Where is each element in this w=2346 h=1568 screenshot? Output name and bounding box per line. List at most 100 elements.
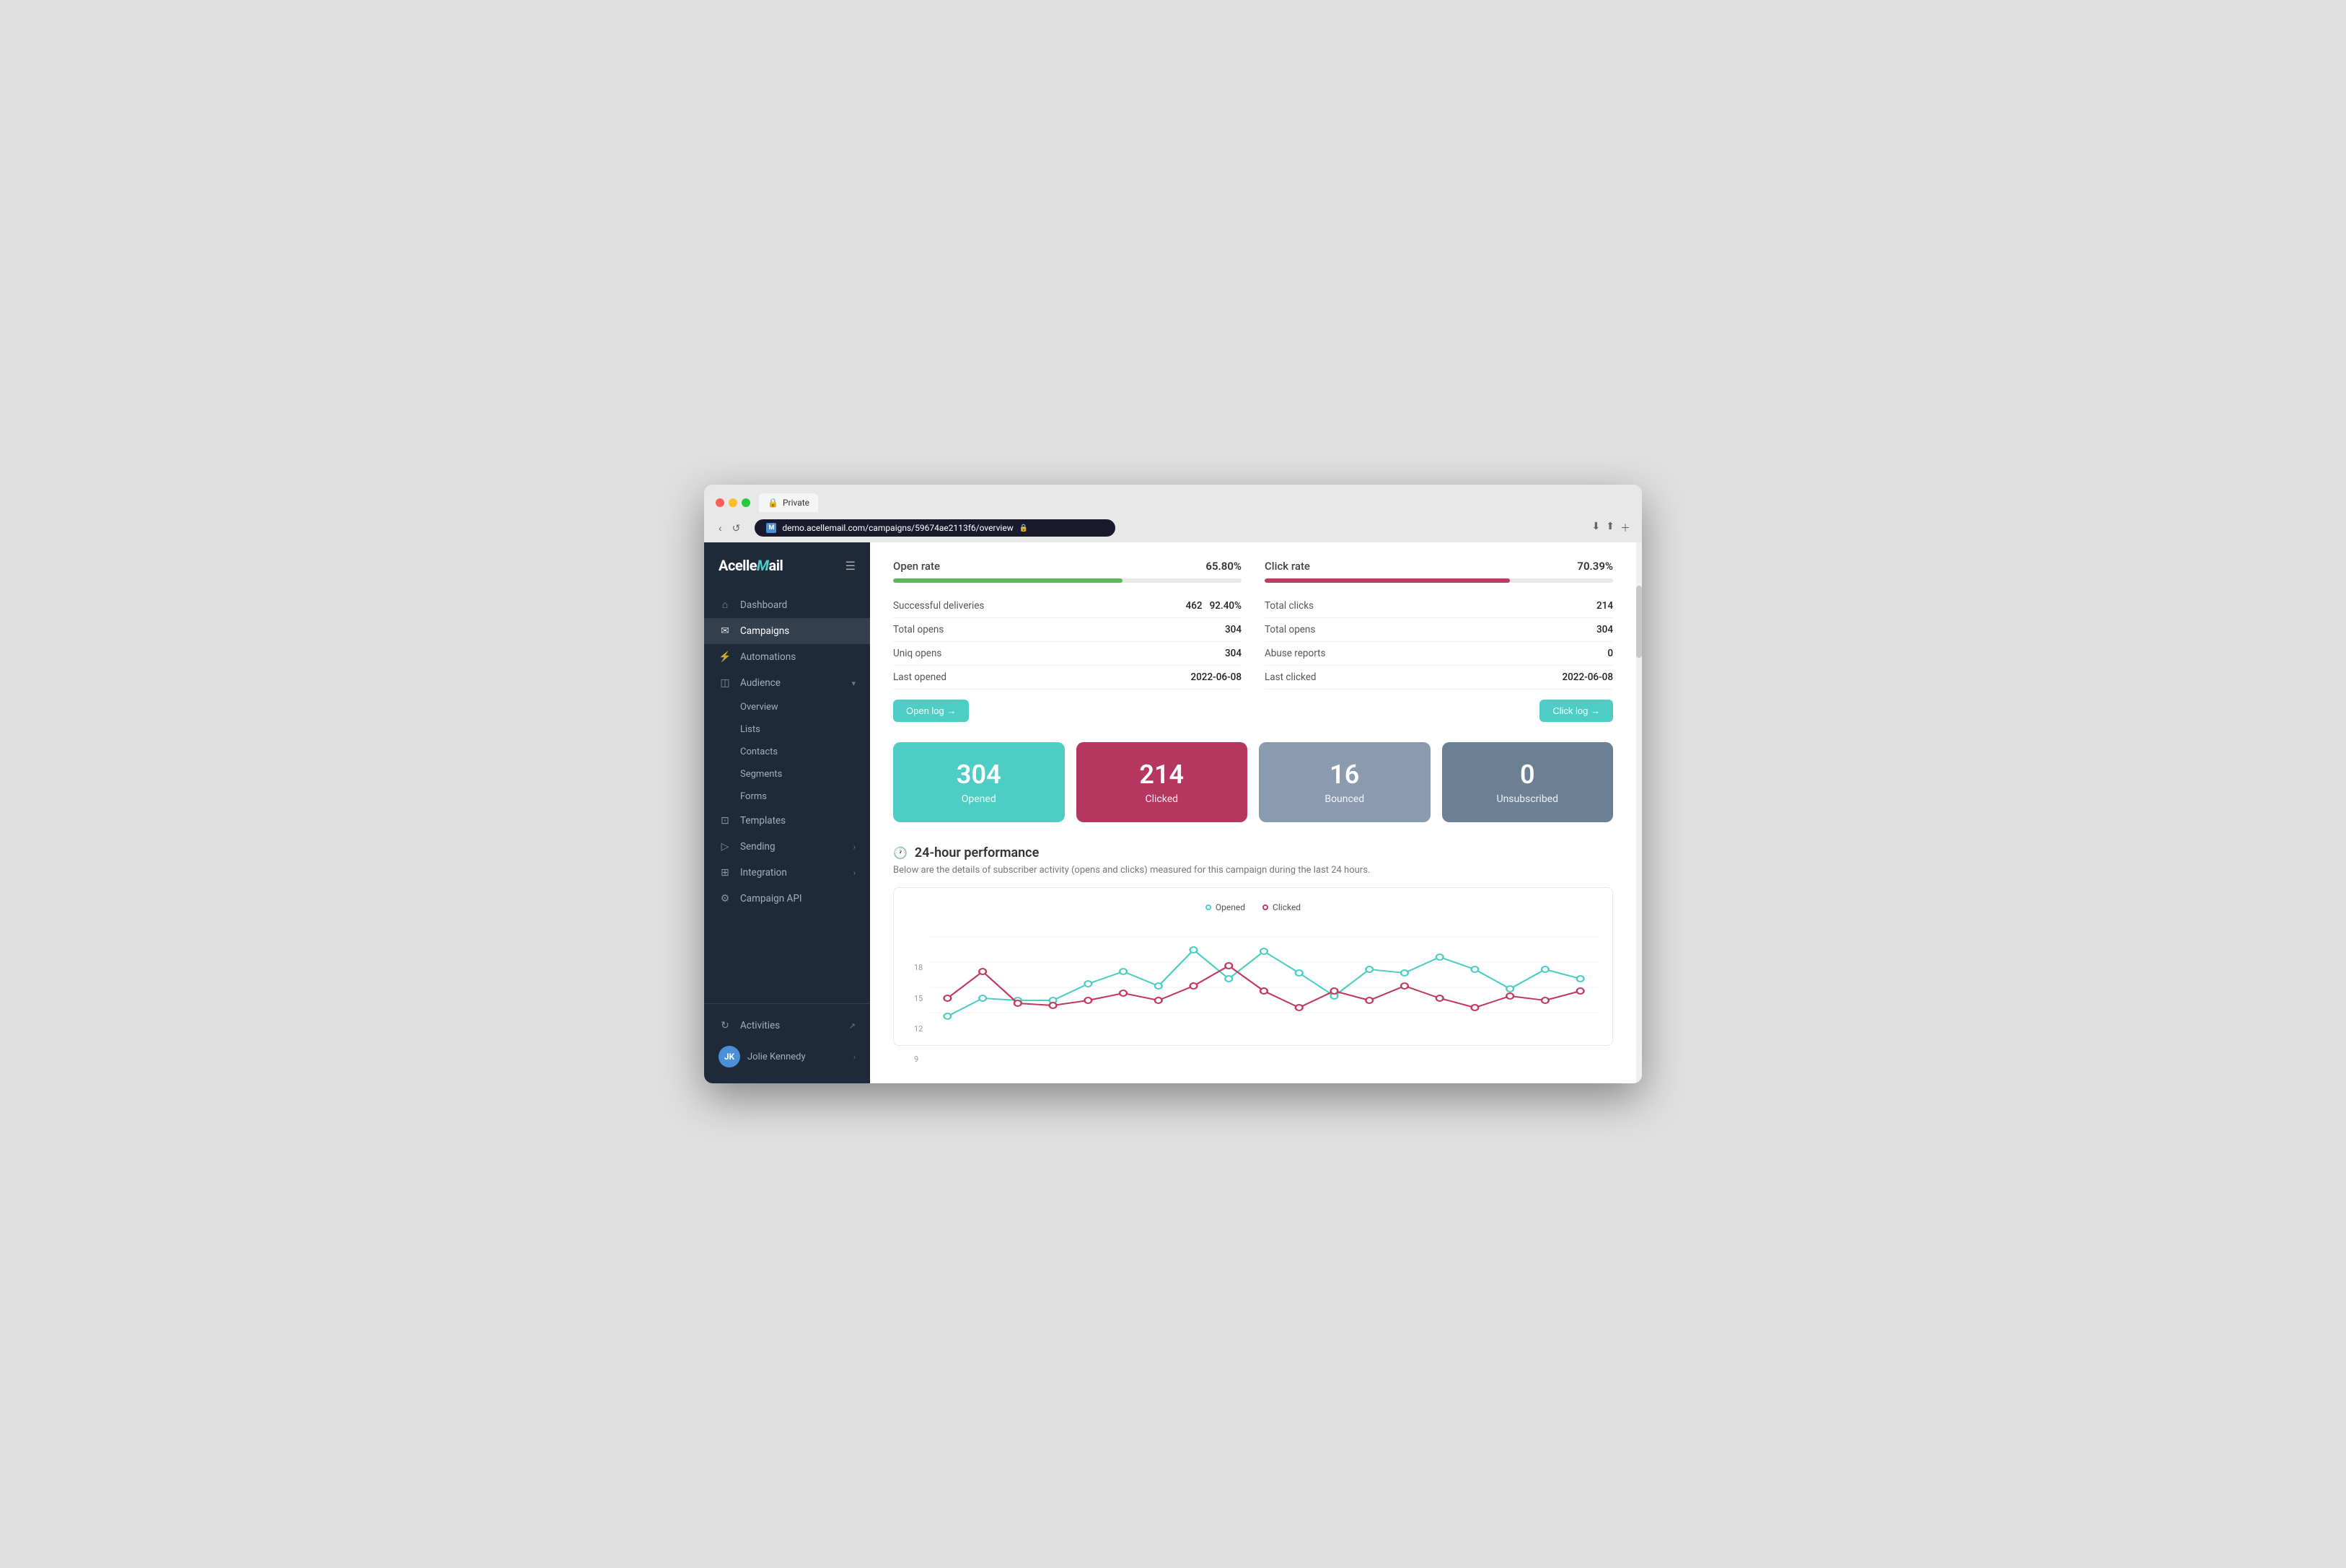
stat-row-uniq-opens: Uniq opens 304 bbox=[893, 642, 1242, 666]
stat-row-label: Total clicks bbox=[1265, 600, 1314, 612]
sidebar-item-segments[interactable]: Segments bbox=[704, 763, 870, 785]
opened-line bbox=[947, 950, 1580, 1016]
sidebar-item-automations[interactable]: ⚡ Automations bbox=[704, 644, 870, 670]
sidebar-toggle-icon[interactable]: ☰ bbox=[845, 559, 856, 573]
y-label-18: 18 bbox=[914, 963, 923, 972]
open-rate-progress-bar bbox=[893, 578, 1242, 583]
sidebar-item-contacts[interactable]: Contacts bbox=[704, 741, 870, 763]
opened-label: Opened bbox=[908, 793, 1050, 805]
sidebar-item-label: Dashboard bbox=[740, 599, 787, 611]
sidebar-item-lists[interactable]: Lists bbox=[704, 718, 870, 741]
refresh-button[interactable]: ↺ bbox=[729, 521, 744, 536]
legend-opened: Opened bbox=[1205, 902, 1245, 912]
scrollbar-track[interactable] bbox=[1636, 542, 1642, 1083]
clicked-dot bbox=[944, 995, 951, 1001]
sidebar-subitem-label: Contacts bbox=[740, 746, 778, 757]
address-bar[interactable]: M demo.acellemail.com/campaigns/59674ae2… bbox=[755, 519, 1115, 537]
main-content: Open rate 65.80% Successful deliveries 4… bbox=[870, 542, 1636, 1083]
sidebar-item-forms[interactable]: Forms bbox=[704, 785, 870, 808]
clicked-line bbox=[947, 966, 1580, 1008]
traffic-lights bbox=[716, 498, 750, 507]
sidebar-item-audience[interactable]: ◫ Audience ▾ bbox=[704, 670, 870, 696]
clock-icon: 🕐 bbox=[893, 846, 908, 860]
sidebar-bottom: ↻ Activities ↗ JK Jolie Kennedy › bbox=[704, 1003, 870, 1083]
share-icon[interactable]: ⬆ bbox=[1606, 521, 1614, 535]
sidebar-subitem-label: Forms bbox=[740, 791, 767, 802]
close-button[interactable] bbox=[716, 498, 724, 507]
minimize-button[interactable] bbox=[729, 498, 737, 507]
clicked-dot bbox=[1014, 1000, 1022, 1006]
click-rate-progress-fill bbox=[1265, 578, 1510, 583]
open-log-button[interactable]: Open log → bbox=[893, 700, 969, 722]
y-label-15: 15 bbox=[914, 994, 923, 1003]
stats-top-grid: Open rate 65.80% Successful deliveries 4… bbox=[893, 560, 1613, 722]
y-axis-labels: 18 15 12 9 bbox=[914, 963, 923, 1064]
stat-row-deliveries: Successful deliveries 462 92.40% bbox=[893, 594, 1242, 618]
sidebar-item-label: Templates bbox=[740, 815, 786, 827]
sidebar-subitem-label: Lists bbox=[740, 724, 760, 735]
sidebar-item-campaign-api[interactable]: ⚙ Campaign API bbox=[704, 886, 870, 912]
audience-icon: ◫ bbox=[719, 677, 732, 689]
site-favicon: M bbox=[766, 523, 776, 533]
sidebar-item-activities[interactable]: ↻ Activities ↗ bbox=[704, 1013, 870, 1039]
avatar: JK bbox=[719, 1046, 740, 1067]
open-rate-progress-fill bbox=[893, 578, 1123, 583]
sidebar-item-templates[interactable]: ⊡ Templates bbox=[704, 808, 870, 834]
download-icon[interactable]: ⬇ bbox=[1592, 521, 1601, 535]
performance-header: 🕐 24-hour performance bbox=[893, 845, 1613, 860]
bounced-label: Bounced bbox=[1273, 793, 1416, 805]
clicked-dot bbox=[1120, 990, 1127, 996]
stat-row-value: 304 bbox=[1225, 648, 1242, 659]
logo: AcelleMail bbox=[719, 557, 783, 574]
clicked-dot bbox=[1331, 988, 1338, 994]
stat-row-value: 304 bbox=[1596, 624, 1613, 635]
y-label-12: 12 bbox=[914, 1024, 923, 1034]
performance-section: 🕐 24-hour performance Below are the deta… bbox=[893, 845, 1613, 1046]
chart-legend: Opened Clicked bbox=[908, 902, 1598, 912]
home-icon: ⌂ bbox=[719, 599, 732, 611]
clicked-dot bbox=[1401, 983, 1408, 989]
tab-icon: 🔒 bbox=[768, 498, 778, 508]
chevron-right-icon: › bbox=[853, 842, 856, 852]
browser-tab[interactable]: 🔒 Private bbox=[759, 493, 818, 512]
performance-title: 24-hour performance bbox=[915, 845, 1039, 860]
bounced-card: 16 Bounced bbox=[1259, 742, 1431, 822]
opened-dot bbox=[979, 995, 986, 1001]
sidebar-item-sending[interactable]: ▷ Sending › bbox=[704, 834, 870, 860]
back-button[interactable]: ‹ bbox=[716, 521, 725, 536]
browser-window: 🔒 Private ‹ ↺ M demo.acellemail.com/camp… bbox=[704, 485, 1642, 1083]
stat-row-label: Total opens bbox=[1265, 624, 1315, 635]
sidebar-navigation: ⌂ Dashboard ✉ Campaigns ⚡ Automations ◫ … bbox=[704, 586, 870, 1003]
clicked-dot bbox=[1260, 988, 1268, 994]
click-log-button[interactable]: Click log → bbox=[1539, 700, 1613, 722]
stat-row-last-opened: Last opened 2022-06-08 bbox=[893, 666, 1242, 690]
opened-card: 304 Opened bbox=[893, 742, 1065, 822]
sidebar-user[interactable]: JK Jolie Kennedy › bbox=[704, 1039, 870, 1075]
stat-row-label: Abuse reports bbox=[1265, 648, 1325, 659]
sidebar-item-dashboard[interactable]: ⌂ Dashboard bbox=[704, 591, 870, 618]
clicked-dot bbox=[1577, 988, 1584, 994]
click-rate-block: Click rate 70.39% Total clicks 214 Total… bbox=[1265, 560, 1613, 722]
browser-chrome: 🔒 Private ‹ ↺ M demo.acellemail.com/camp… bbox=[704, 485, 1642, 542]
browser-navigation: ‹ ↺ bbox=[716, 521, 743, 536]
sidebar-item-campaigns[interactable]: ✉ Campaigns bbox=[704, 618, 870, 644]
sidebar-item-overview[interactable]: Overview bbox=[704, 696, 870, 718]
clicked-dot bbox=[1296, 1005, 1303, 1010]
clicked-dot bbox=[1472, 1005, 1479, 1010]
opened-dot bbox=[1542, 966, 1549, 972]
browser-actions: ⬇ ⬆ ＋ bbox=[1592, 521, 1630, 535]
stat-row-total-opens: Total opens 304 bbox=[893, 618, 1242, 642]
scrollbar-thumb[interactable] bbox=[1636, 586, 1642, 658]
sidebar-activities-label: Activities bbox=[740, 1020, 780, 1031]
opened-dot bbox=[1472, 966, 1479, 972]
performance-chart: Opened Clicked 18 15 12 9 bbox=[893, 887, 1613, 1046]
opened-dot bbox=[1084, 981, 1091, 987]
new-tab-icon[interactable]: ＋ bbox=[1620, 521, 1630, 535]
unsubscribed-card: 0 Unsubscribed bbox=[1442, 742, 1614, 822]
sidebar-item-integration[interactable]: ⊞ Integration › bbox=[704, 860, 870, 886]
stat-row-abuse-reports: Abuse reports 0 bbox=[1265, 642, 1613, 666]
maximize-button[interactable] bbox=[742, 498, 750, 507]
opened-dot bbox=[1296, 970, 1303, 976]
stat-row-value: 2022-06-08 bbox=[1190, 671, 1242, 683]
opened-dot bbox=[1577, 976, 1584, 982]
